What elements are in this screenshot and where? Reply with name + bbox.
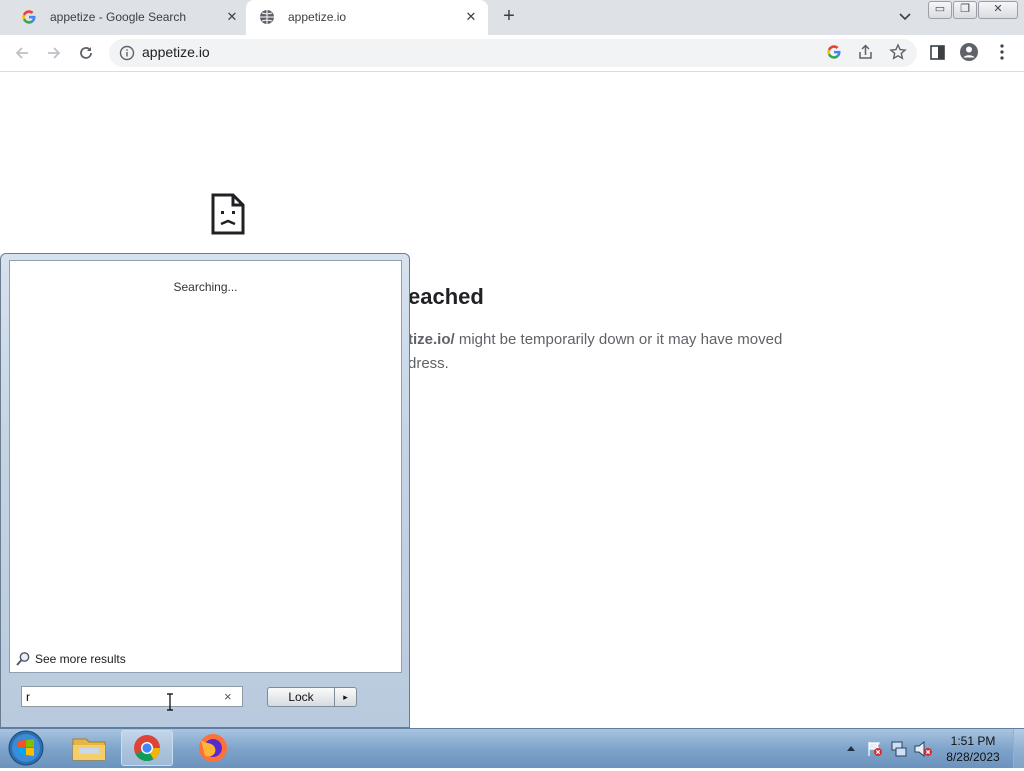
firefox-taskbar-button[interactable]: [187, 730, 239, 766]
clock-time: 1:51 PM: [950, 734, 996, 748]
tab-appetize[interactable]: appetize.io ✕: [246, 0, 488, 35]
kebab-menu-icon[interactable]: [995, 43, 1009, 61]
side-panel-icon[interactable]: [929, 44, 946, 61]
forward-arrow-icon[interactable]: [45, 44, 63, 62]
file-explorer-icon: [72, 738, 106, 761]
chrome-icon: [134, 735, 161, 762]
network-icon[interactable]: [890, 740, 908, 758]
show-desktop-button[interactable]: [1013, 729, 1024, 768]
sad-page-icon: [211, 193, 245, 235]
tab-title: appetize.io: [288, 10, 347, 24]
star-icon[interactable]: [889, 43, 907, 61]
minimize-button[interactable]: ▭: [928, 1, 952, 19]
start-orb-icon[interactable]: [6, 729, 46, 767]
text-cursor-icon: [167, 693, 173, 711]
error-description-line2: dress.: [408, 355, 449, 372]
shutdown-options-arrow-button[interactable]: ▸: [334, 687, 357, 707]
start-menu-results-panel: [9, 260, 402, 673]
new-tab-icon[interactable]: +: [500, 6, 518, 26]
search-status: Searching...: [173, 280, 238, 294]
see-more-results-link[interactable]: See more results: [35, 652, 126, 666]
reload-icon[interactable]: [77, 44, 95, 62]
tab-search-chevron-icon[interactable]: [896, 8, 914, 26]
tab-close-icon[interactable]: ✕: [224, 9, 240, 25]
globe-icon: [260, 10, 274, 24]
back-arrow-icon[interactable]: [13, 44, 31, 62]
clock-date: 8/28/2023: [946, 750, 1000, 764]
tab-close-icon[interactable]: ✕: [463, 9, 479, 25]
show-hidden-icons-icon[interactable]: [845, 743, 857, 753]
error-text: might be temporarily down or it may have…: [454, 331, 783, 348]
tab-title: appetize - Google Search: [50, 10, 187, 24]
google-icon: [22, 10, 36, 24]
volume-muted-icon[interactable]: [913, 740, 933, 758]
restore-button[interactable]: ❐: [953, 1, 977, 19]
lock-button[interactable]: Lock: [267, 687, 335, 707]
google-lens-icon[interactable]: [826, 44, 842, 60]
chrome-taskbar-button[interactable]: [121, 730, 173, 766]
magnifier-icon: [16, 652, 30, 666]
error-url: tize.io/: [408, 331, 455, 348]
close-window-button[interactable]: ✕: [978, 1, 1018, 19]
profile-icon[interactable]: [959, 42, 979, 62]
share-icon[interactable]: [857, 44, 874, 61]
taskbar-clock[interactable]: 1:51 PM 8/28/2023: [938, 733, 1008, 765]
error-description-line1: tize.io/ might be temporarily down or it…: [408, 331, 782, 348]
action-center-flag-icon[interactable]: [866, 740, 884, 758]
clear-search-icon[interactable]: ×: [224, 689, 232, 704]
file-explorer-button[interactable]: [63, 730, 115, 766]
firefox-icon: [199, 734, 227, 762]
tab-google-search[interactable]: appetize - Google Search ✕: [8, 0, 246, 34]
start-search-value[interactable]: r: [26, 690, 30, 704]
start-search-input[interactable]: [21, 686, 243, 707]
address-text[interactable]: appetize.io: [142, 44, 210, 60]
address-bar[interactable]: [109, 39, 917, 67]
error-title: eached: [408, 284, 484, 309]
info-icon[interactable]: [119, 45, 135, 61]
